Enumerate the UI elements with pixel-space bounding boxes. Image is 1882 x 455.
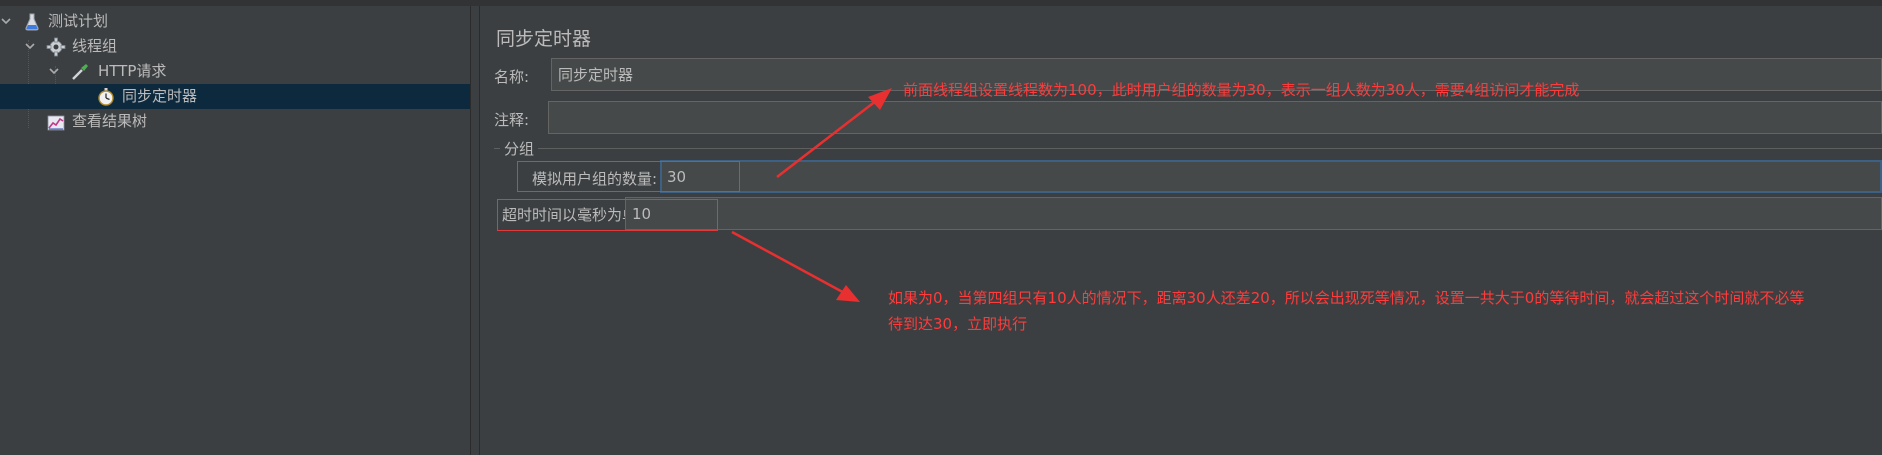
- sync-timer-config-panel: 同步定时器 名称: 注释: 分组 模拟用户组的数量: 超时时间以毫秒为单位: 前…: [480, 6, 1882, 455]
- panel-splitter[interactable]: [470, 6, 480, 455]
- tree-item-view-results-tree[interactable]: 查看结果树: [0, 109, 470, 134]
- tree-item-thread-group[interactable]: 线程组: [0, 34, 470, 59]
- stopwatch-icon: [96, 87, 116, 107]
- tree-item-label: HTTP请求: [98, 62, 167, 80]
- chevron-down-icon[interactable]: [24, 40, 36, 52]
- tree-item-label: 同步定时器: [122, 87, 198, 105]
- chart-icon: [46, 112, 66, 132]
- arrow-to-top-note: [776, 93, 886, 178]
- tree-item-label: 测试计划: [48, 12, 109, 30]
- test-plan-tree: 测试计划 线程组 HTTP请求 同步定时器 查看结果树: [0, 6, 470, 455]
- chevron-down-icon[interactable]: [48, 65, 60, 77]
- annotation-arrows: [731, 88, 892, 302]
- tree-item-http-request[interactable]: HTTP请求: [0, 59, 470, 84]
- tree-item-test-plan[interactable]: 测试计划: [0, 9, 470, 34]
- chevron-down-icon[interactable]: [0, 15, 12, 27]
- arrow-head-top: [868, 88, 892, 110]
- arrow-head-bottom: [836, 285, 860, 302]
- pipette-icon: [70, 62, 90, 82]
- tree-item-sync-timer[interactable]: 同步定时器: [0, 84, 470, 109]
- tree-item-label: 查看结果树: [72, 112, 148, 130]
- flask-icon: [22, 12, 42, 32]
- arrow-to-bottom-note: [731, 230, 851, 298]
- gear-icon: [46, 37, 66, 57]
- tree-item-label: 线程组: [72, 37, 118, 55]
